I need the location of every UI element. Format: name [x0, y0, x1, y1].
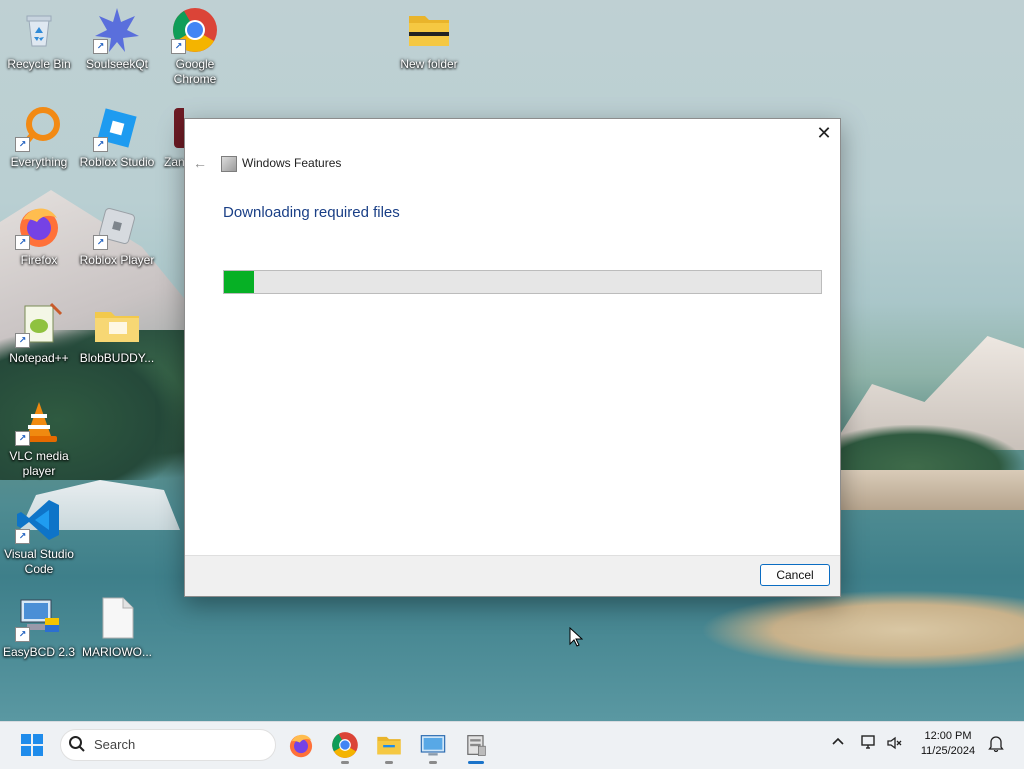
shortcut-arrow-icon: ↗ — [171, 39, 186, 54]
desktop-icon-label: Firefox — [20, 253, 58, 267]
dialog-title: Windows Features — [242, 156, 342, 170]
shortcut-arrow-icon: ↗ — [15, 235, 30, 250]
close-icon: ✕ — [816, 123, 832, 143]
desktop-icon-blobbuddy[interactable]: BlobBUDDY... — [78, 300, 156, 366]
shortcut-arrow-icon: ↗ — [93, 39, 108, 54]
desktop-icon-label: SoulseekQt — [85, 57, 149, 71]
desktop-icon-label: Everything — [10, 155, 68, 169]
speaker-muted-icon — [887, 736, 902, 750]
desktop-icon-easybcd[interactable]: ↗ EasyBCD 2.3 — [0, 594, 78, 660]
shortcut-arrow-icon: ↗ — [93, 235, 108, 250]
folder-icon — [405, 6, 453, 54]
taskbar-app-firefox[interactable] — [287, 731, 315, 759]
folder-icon — [93, 300, 141, 348]
taskbar-clock[interactable]: 12:00 PM 11/25/2024 — [913, 729, 983, 759]
desktop-icon-vscode[interactable]: ↗ Visual Studio Code — [0, 496, 78, 577]
desktop-icon-vlc[interactable]: ↗ VLC media player — [0, 398, 78, 479]
start-button[interactable] — [21, 734, 43, 756]
dialog-heading: Downloading required files — [223, 204, 400, 221]
progress-bar-fill — [224, 271, 254, 293]
desktop-icon-label: New folder — [400, 57, 458, 71]
wallpaper-reeds — [700, 590, 1024, 670]
shortcut-arrow-icon: ↗ — [15, 137, 30, 152]
bell-icon — [988, 736, 1004, 753]
shortcut-arrow-icon: ↗ — [15, 627, 30, 642]
windows-logo-icon — [21, 734, 43, 756]
clock-date: 11/25/2024 — [920, 745, 976, 757]
taskbar-app-chrome[interactable] — [331, 731, 359, 764]
soulseek-bird-icon: ↗ — [93, 6, 141, 54]
desktop-icon-label: MARIOWO... — [82, 645, 152, 659]
desktop-icon-roblox-studio[interactable]: ↗ Roblox Studio — [78, 104, 156, 170]
network-monitor-icon — [861, 735, 875, 749]
desktop-icon-roblox-player[interactable]: ↗ Roblox Player — [78, 202, 156, 268]
desktop-icon-label: Recycle Bin — [7, 57, 71, 71]
zan-app-icon — [170, 104, 184, 152]
notepadpp-icon: ↗ — [15, 300, 63, 348]
running-indicator — [341, 761, 349, 764]
chrome-icon — [332, 732, 358, 758]
clock-time: 12:00 PM — [924, 730, 972, 742]
desktop-icon-label: Roblox Player — [79, 253, 155, 267]
show-hidden-icons-button[interactable] — [830, 734, 846, 755]
desktop-icon-soulseekqt[interactable]: ↗ SoulseekQt — [78, 6, 156, 72]
chrome-icon: ↗ — [171, 6, 219, 54]
desktop-icon-zan[interactable]: Zan — [156, 104, 184, 170]
desktop-icon-notepadpp[interactable]: ↗ Notepad++ — [0, 300, 78, 366]
everything-search-icon: ↗ — [15, 104, 63, 152]
easybcd-icon: ↗ — [15, 594, 63, 642]
windows-features-icon — [467, 735, 486, 756]
desktop-icon-firefox[interactable]: ↗ Firefox — [0, 202, 78, 268]
desktop-icon-label: Notepad++ — [9, 351, 69, 365]
desktop-icon-label: VLC media player — [9, 449, 69, 478]
taskbar-app-windows-features[interactable] — [462, 731, 490, 764]
shortcut-arrow-icon: ↗ — [15, 431, 30, 446]
firefox-icon — [289, 734, 313, 758]
shortcut-arrow-icon: ↗ — [15, 333, 30, 348]
network-status-button[interactable] — [860, 734, 878, 757]
running-indicator — [468, 761, 484, 764]
running-indicator — [385, 761, 393, 764]
dialog-footer: Cancel — [185, 555, 840, 596]
desktop-icon-label: Visual Studio Code — [4, 547, 74, 576]
roblox-player-icon: ↗ — [93, 202, 141, 250]
desktop-icon-new-folder[interactable]: New folder — [390, 6, 468, 72]
desktop-icon-recycle-bin[interactable]: Recycle Bin — [0, 6, 78, 72]
desktop-icon-google-chrome[interactable]: ↗ Google Chrome — [156, 6, 234, 87]
vlc-cone-icon: ↗ — [15, 398, 63, 446]
search-icon — [68, 735, 86, 758]
cancel-button[interactable]: Cancel — [760, 564, 830, 586]
shortcut-arrow-icon: ↗ — [93, 137, 108, 152]
running-indicator — [429, 761, 437, 764]
desktop-icon-label: Google Chrome — [173, 57, 217, 86]
control-panel-icon — [420, 735, 446, 756]
back-arrow-icon[interactable]: ← — [193, 155, 207, 171]
download-progress-bar — [223, 270, 822, 294]
desktop-icon-label: EasyBCD 2.3 — [2, 645, 76, 659]
desktop-icon-label: Zan — [164, 155, 184, 169]
desktop-icon-label: BlobBUDDY... — [79, 351, 155, 365]
desktop-icon-everything[interactable]: ↗ Everything — [0, 104, 78, 170]
roblox-studio-icon: ↗ — [93, 104, 141, 152]
file-explorer-icon — [377, 736, 401, 755]
mouse-cursor-icon — [569, 626, 584, 652]
search-placeholder: Search — [94, 737, 136, 752]
windows-features-dialog: ✕ ← Windows Features Downloading require… — [184, 118, 841, 597]
wallpaper-shore-right — [840, 470, 1024, 510]
taskbar-search-box[interactable]: Search — [60, 729, 276, 761]
volume-button[interactable] — [886, 734, 904, 757]
recycle-bin-icon — [15, 6, 63, 54]
desktop-icon-label: Roblox Studio — [79, 155, 155, 169]
firefox-icon: ↗ — [15, 202, 63, 250]
windows-features-icon — [221, 156, 237, 172]
notifications-button[interactable] — [988, 734, 1004, 757]
close-button[interactable]: ✕ — [808, 119, 840, 147]
chevron-up-icon — [832, 737, 844, 745]
desktop-icon-mariowo[interactable]: MARIOWO... — [78, 594, 156, 660]
vscode-icon: ↗ — [15, 496, 63, 544]
taskbar-app-file-explorer[interactable] — [375, 731, 403, 764]
blank-file-icon — [93, 594, 141, 642]
taskbar-app-control-panel[interactable] — [419, 731, 447, 764]
shortcut-arrow-icon: ↗ — [15, 529, 30, 544]
